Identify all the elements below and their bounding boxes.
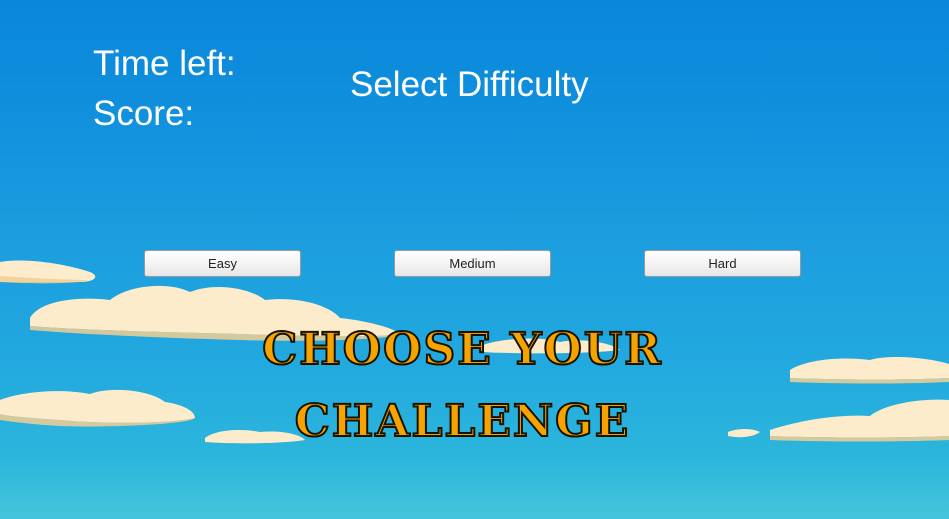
medium-button-label: Medium	[449, 256, 496, 271]
game-screen: Time left: Score: Select Difficulty Easy…	[0, 0, 949, 519]
hard-button-label: Hard	[708, 256, 737, 271]
easy-button[interactable]: Easy	[144, 250, 301, 277]
hard-button[interactable]: Hard	[644, 250, 801, 277]
easy-button-label: Easy	[208, 256, 237, 271]
score-label: Score:	[93, 94, 195, 133]
banner-title-line-2: CHALLENGE	[294, 396, 631, 447]
select-difficulty-title: Select Difficulty	[350, 65, 589, 104]
medium-button[interactable]: Medium	[394, 250, 551, 277]
banner-title-line-1: CHOOSE YOUR	[261, 324, 663, 375]
time-left-label: Time left:	[93, 44, 236, 83]
